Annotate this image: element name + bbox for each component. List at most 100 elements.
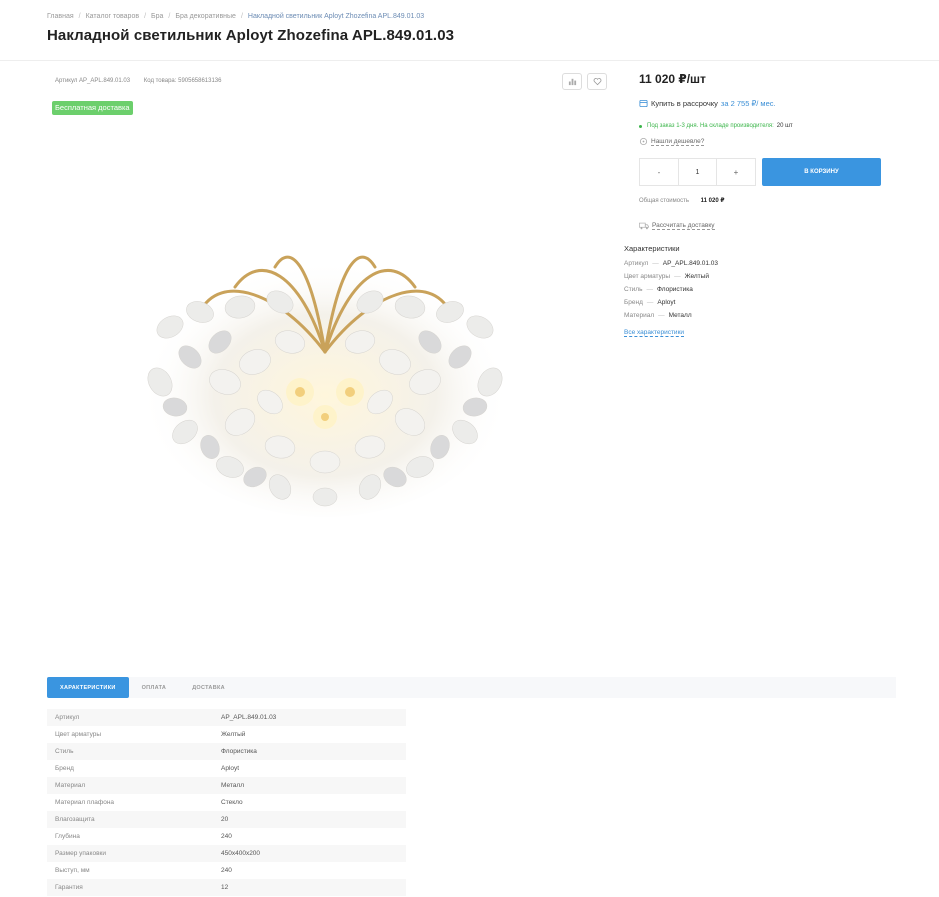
short-spec-item: Цвет арматуры — Желтый [624,273,709,280]
favorite-button[interactable] [587,73,607,90]
spec-key: Материал плафона [55,799,115,806]
truck-icon [639,222,649,230]
breadcrumb-sconces[interactable]: Бра [151,13,163,20]
stock-status: Под заказ 1-3 дня. На складе производите… [639,123,793,129]
breadcrumb-separator: / [240,13,243,20]
found-cheaper-link[interactable]: Нашли дешевле? [651,138,705,146]
short-spec-dash: — [652,260,659,267]
spec-key: Глубина [55,833,80,840]
table-row: Стиль Флористика [47,743,406,760]
spec-key: Стиль [55,748,74,755]
table-row: Материал Металл [47,777,406,794]
spec-value: 20 [221,816,229,823]
breadcrumb: Главная / Каталог товаров / Бра / Бра декорати… [47,13,424,20]
breadcrumb-separator: / [144,13,147,20]
spec-value: AP_APL.849.01.03 [221,714,277,721]
total-cost-value: 11 020 ₽ [700,198,725,204]
spec-value: Металл [221,782,244,789]
tab-payment[interactable]: Оплата [129,677,180,698]
product-price: 11 020 ₽/шт [639,72,706,86]
spec-key: Выступ, мм [55,867,90,874]
short-spec-value: AP_APL.849.01.03 [662,260,719,267]
breadcrumb-home[interactable]: Главная [47,13,74,20]
tag-icon [639,137,648,146]
spec-key: Цвет арматуры [55,731,102,738]
short-spec-item: Стиль — Флористика [624,286,693,293]
quantity-decrease-button[interactable]: - [640,159,678,185]
spec-table: Артикул AP_APL.849.01.03 Цвет арматуры Жел… [47,709,406,896]
short-spec-value: Желтый [684,273,709,280]
installment-link[interactable]: за 2 755 ₽/ мес. [721,99,776,108]
table-row: Глубина 240 [47,828,406,845]
installment-row: Купить в рассрочку за 2 755 ₽/ мес. [639,99,776,108]
short-spec-key: Цвет арматуры [624,273,671,280]
spec-key: Бренд [55,765,74,772]
table-row: Бренд Aployt [47,760,406,777]
installment-label: Купить в рассрочку [651,99,718,108]
all-specs-link[interactable]: Все характеристики [624,329,685,337]
tab-delivery[interactable]: Доставка [179,677,238,698]
quantity-increase-button[interactable]: + [717,159,755,185]
page-title: Накладной светильник Aployt Zhozefina AP… [47,27,455,44]
short-spec-value: Металл [668,312,692,319]
breadcrumb-separator: / [168,13,171,20]
spec-value: 450x400x200 [221,850,261,857]
table-row: Материал плафона Стекло [47,794,406,811]
short-spec-dash: — [646,286,653,293]
short-spec-dash: — [674,273,681,280]
spec-value: Флористика [221,748,257,755]
short-spec-item: Бренд — Aployt [624,299,675,306]
product-tabs: Характеристики Оплата Доставка [47,677,896,698]
spec-key: Артикул [55,714,80,721]
stock-dot-icon [639,124,642,128]
spec-value: 240 [221,833,232,840]
quantity-input[interactable]: 1 [678,159,717,185]
table-row: Выступ, мм 240 [47,862,406,879]
short-spec-value: Aployt [657,299,676,306]
compare-button[interactable] [562,73,582,90]
calculate-delivery-link[interactable]: Рассчитать доставку [652,222,715,230]
spec-key: Материал [55,782,86,789]
short-spec-dash: — [646,299,654,306]
short-spec-key: Стиль [624,286,643,293]
table-row: Размер упаковки 450x400x200 [47,845,406,862]
spec-key: Гарантия [55,884,83,891]
found-cheaper-row: Нашли дешевле? [639,137,705,146]
free-delivery-badge: Бесплатная доставка [52,101,133,115]
short-spec-key: Бренд [624,299,643,306]
specs-heading: Характеристики [624,244,680,253]
short-spec-value: Флористика [656,286,693,293]
short-spec-key: Материал [624,312,655,319]
breadcrumb-decorative-sconces[interactable]: Бра декоративные [175,13,236,20]
table-row: Артикул AP_APL.849.01.03 [47,709,406,726]
breadcrumb-current: Накладной светильник Aployt Zhozefina AP… [247,13,425,20]
tab-characteristics[interactable]: Характеристики [47,677,129,698]
compare-chart-icon [568,78,576,86]
product-image[interactable] [130,232,520,522]
short-spec-key: Артикул [624,260,649,267]
stock-text: Под заказ 1-3 дня. На складе производите… [647,123,774,129]
short-spec-item: Артикул — AP_APL.849.01.03 [624,260,718,267]
card-icon [639,99,648,108]
table-row: Цвет арматуры Желтый [47,726,406,743]
spec-value: 240 [221,867,232,874]
spec-key: Влагозащита [55,816,95,823]
spec-value: Стекло [221,799,243,806]
breadcrumb-catalog[interactable]: Каталог товаров [86,13,139,20]
short-spec-item: Материал — Металл [624,312,692,319]
total-cost-label: Общая стоимость [639,198,689,204]
total-cost: Общая стоимость 11 020 ₽ [639,197,725,204]
short-spec-dash: — [658,312,665,319]
heart-icon [593,78,601,86]
spec-key: Размер упаковки [55,850,106,857]
quantity-stepper: - 1 + [639,158,756,186]
breadcrumb-separator: / [78,13,81,20]
delivery-calc-row: Рассчитать доставку [639,222,715,230]
stock-count: 20 шт [776,123,793,129]
spec-value: 12 [221,884,229,891]
add-to-cart-button[interactable]: В корзину [762,158,881,186]
spec-value: Желтый [221,731,246,738]
product-meta: Артикул AP_APL.849.01.03 Код товара: 590… [55,78,233,84]
table-row: Влагозащита 20 [47,811,406,828]
product-article: Артикул AP_APL.849.01.03 [55,78,131,84]
